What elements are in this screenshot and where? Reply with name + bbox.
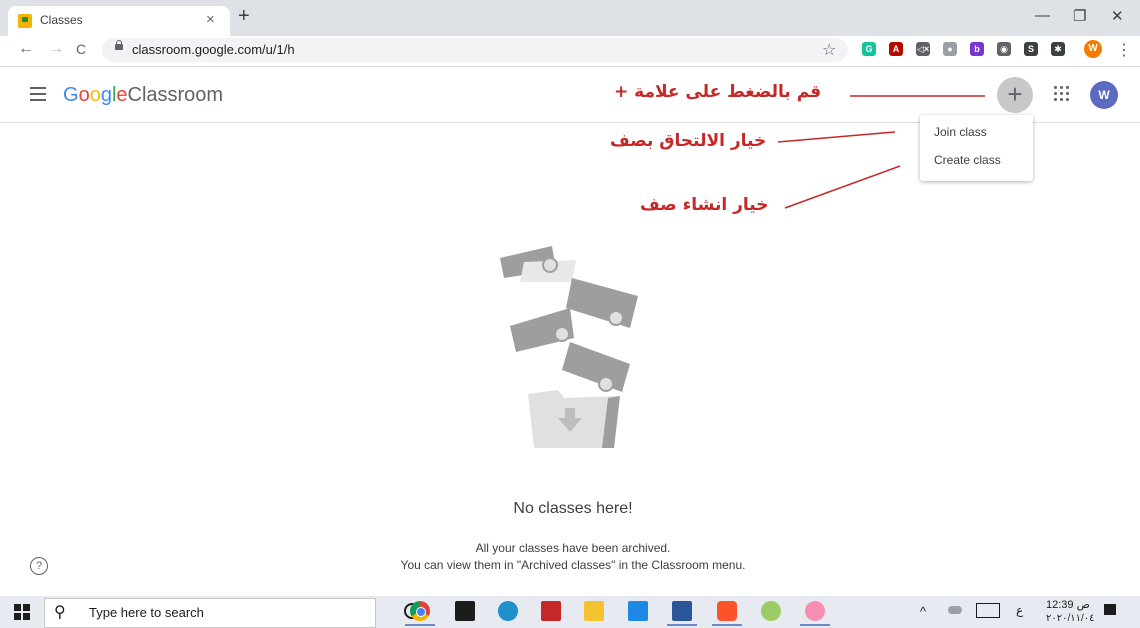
keyboard-icon[interactable] bbox=[976, 603, 1000, 618]
active-indicator bbox=[667, 624, 697, 626]
empty-state-title: No classes here! bbox=[513, 500, 633, 517]
empty-state-line-2: You can view them in "Archived classes" … bbox=[400, 558, 746, 572]
active-indicator bbox=[405, 624, 435, 626]
language-indicator[interactable]: ع bbox=[1016, 603, 1023, 617]
search-icon: ⚲ bbox=[54, 604, 66, 621]
acrobat-taskbar-icon[interactable] bbox=[541, 601, 561, 621]
empty-state-line-1: All your classes have been archived. bbox=[475, 541, 671, 555]
windows-start-icon[interactable] bbox=[14, 604, 30, 620]
annotation-line bbox=[784, 165, 901, 209]
taskbar-search-placeholder[interactable]: Type here to search bbox=[89, 605, 204, 620]
brave-taskbar-icon[interactable] bbox=[717, 601, 737, 621]
tray-chevron-icon[interactable]: ^ bbox=[920, 604, 926, 619]
annotation-line bbox=[777, 131, 896, 143]
help-icon[interactable]: ? bbox=[30, 557, 48, 575]
active-indicator bbox=[800, 624, 830, 626]
snipping-tool-taskbar-icon[interactable] bbox=[805, 601, 825, 621]
chrome-center-icon bbox=[416, 607, 426, 617]
photos-taskbar-icon[interactable] bbox=[628, 601, 648, 621]
onedrive-icon[interactable] bbox=[948, 606, 962, 614]
empty-classes-illustration bbox=[500, 246, 638, 448]
file-explorer-taskbar-icon[interactable] bbox=[584, 601, 604, 621]
edge-taskbar-icon[interactable] bbox=[498, 601, 518, 621]
clock-time[interactable]: 12:39 ص bbox=[1046, 598, 1090, 611]
clock-date[interactable]: ٢٠٢٠/١١/٠٤ bbox=[1046, 613, 1095, 624]
active-indicator bbox=[712, 624, 742, 626]
word-taskbar-icon[interactable] bbox=[672, 601, 692, 621]
paint-taskbar-icon[interactable] bbox=[761, 601, 781, 621]
notification-icon[interactable] bbox=[1104, 604, 1116, 615]
store-taskbar-icon[interactable] bbox=[455, 601, 475, 621]
